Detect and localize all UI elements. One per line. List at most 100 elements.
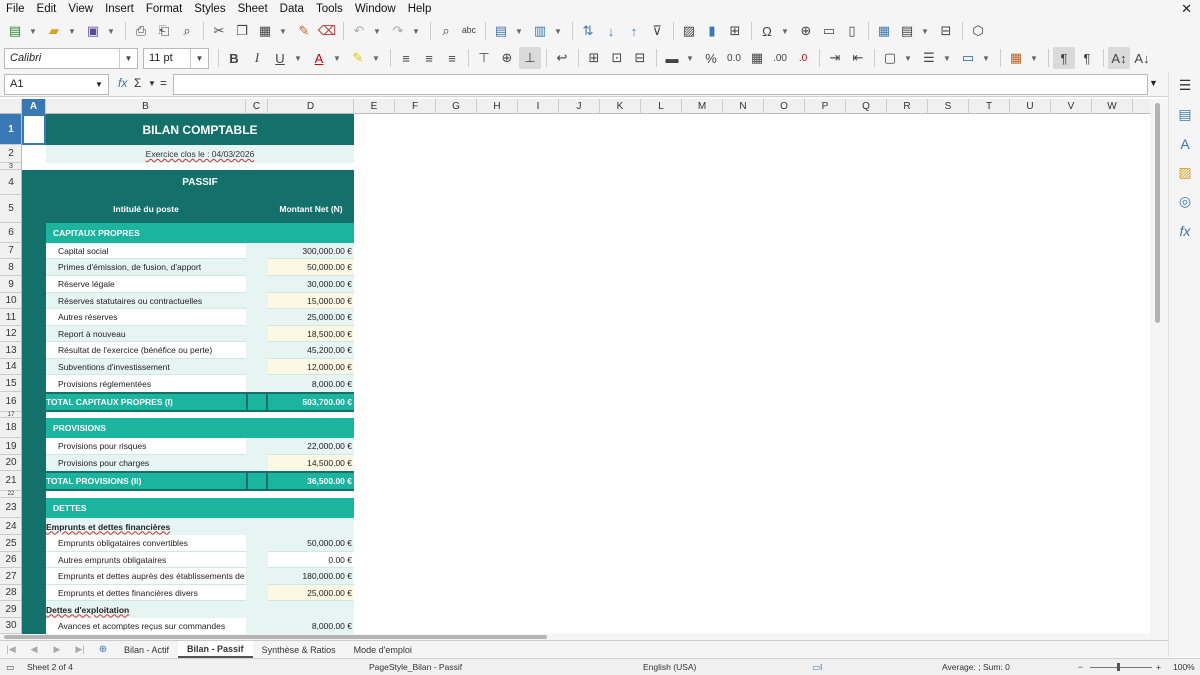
highlight-dropdown-icon[interactable]: ▼	[370, 47, 382, 69]
row-header[interactable]: 11	[0, 309, 21, 326]
redo-dropdown-icon[interactable]: ▼	[410, 20, 422, 42]
freeze-dropdown-icon[interactable]: ▼	[919, 20, 931, 42]
row-header[interactable]: 25	[0, 535, 21, 552]
align-middle-icon[interactable]: ⊕	[496, 47, 518, 69]
border-color-dropdown-icon[interactable]: ▼	[980, 47, 992, 69]
open-dropdown-icon[interactable]: ▼	[66, 20, 78, 42]
insert-image-icon[interactable]: ▨	[678, 20, 700, 42]
text-direction-rtl-icon[interactable]: ¶	[1076, 47, 1098, 69]
corner-select-all[interactable]	[0, 99, 22, 114]
row-header[interactable]: 28	[0, 585, 21, 601]
vertical-scrollbar[interactable]	[1150, 99, 1168, 634]
open-icon[interactable]: ▰	[43, 20, 65, 42]
number-format-icon[interactable]: 0.0	[723, 47, 745, 69]
navigator-icon[interactable]: ◎	[1169, 187, 1200, 216]
column-header[interactable]: B	[46, 99, 246, 114]
currency-icon[interactable]: ▬	[661, 47, 683, 69]
border-style-icon[interactable]: ☰	[918, 47, 940, 69]
column-header[interactable]: T	[969, 99, 1010, 114]
column-header[interactable]: H	[477, 99, 518, 114]
column-header[interactable]: Q	[846, 99, 887, 114]
row-dropdown-icon[interactable]: ▼	[513, 20, 525, 42]
save-dropdown-icon[interactable]: ▼	[105, 20, 117, 42]
row-header[interactable]: 30	[0, 618, 21, 634]
italic-icon[interactable]: I	[246, 47, 268, 69]
vertical-text-icon[interactable]: A↕	[1108, 47, 1130, 69]
increase-indent-icon[interactable]: ⇥	[824, 47, 846, 69]
borders-icon[interactable]: ▢	[879, 47, 901, 69]
row-header[interactable]: 3	[0, 163, 21, 170]
align-center-icon[interactable]: ≡	[418, 47, 440, 69]
sum-dropdown-icon[interactable]: ▼	[148, 79, 156, 88]
find-replace-icon[interactable]: ⌕	[435, 20, 457, 42]
column-header[interactable]: S	[928, 99, 969, 114]
tab-bilan-passif[interactable]: Bilan - Passif	[178, 641, 253, 658]
cell-a1-selected[interactable]	[22, 114, 46, 145]
row-header[interactable]: 22	[0, 491, 21, 498]
date-format-icon[interactable]: ▦	[746, 47, 768, 69]
autofilter-icon[interactable]: ⊽	[646, 20, 668, 42]
print-icon[interactable]: ⎗	[153, 20, 175, 42]
border-style-dropdown-icon[interactable]: ▼	[941, 47, 953, 69]
selection-mode-icon[interactable]: ▭I	[812, 662, 822, 673]
row-header[interactable]: 21	[0, 471, 21, 491]
spreadsheet-grid[interactable]: BILAN COMPTABLE Exercice clos le : 04/03…	[22, 114, 1150, 634]
comment-icon[interactable]: ▭	[818, 20, 840, 42]
row-header[interactable]: 9	[0, 276, 21, 293]
row-header[interactable]: 20	[0, 455, 21, 471]
undo-dropdown-icon[interactable]: ▼	[371, 20, 383, 42]
column-header[interactable]: V	[1051, 99, 1092, 114]
column-header[interactable]: O	[764, 99, 805, 114]
row-header[interactable]: 6	[0, 223, 21, 243]
chevron-down-icon[interactable]: ▼	[190, 48, 208, 68]
highlight-icon[interactable]: ✎	[347, 47, 369, 69]
special-character-icon[interactable]: Ω	[756, 20, 778, 42]
expand-formula-icon[interactable]: ▼	[1149, 78, 1158, 88]
column-header[interactable]: I	[518, 99, 559, 114]
font-name-box[interactable]: Calibri ▼	[4, 47, 138, 69]
tab-mode-emploi[interactable]: Mode d'emploi	[345, 641, 421, 658]
new-icon[interactable]: ▤	[4, 20, 26, 42]
freeze-rows-icon[interactable]: ▤	[896, 20, 918, 42]
menu-file[interactable]: File	[0, 3, 31, 15]
zoom-in-icon[interactable]: +	[1156, 662, 1161, 672]
tab-synthese-ratios[interactable]: Synthèse & Ratios	[253, 641, 345, 658]
print-preview-icon[interactable]: ⌕	[176, 20, 198, 42]
wrap-text-icon[interactable]: ↩	[551, 47, 573, 69]
underline-icon[interactable]: U	[269, 47, 291, 69]
column-header[interactable]: E	[354, 99, 395, 114]
column-header[interactable]: L	[641, 99, 682, 114]
split-window-icon[interactable]: ⊟	[935, 20, 957, 42]
column-dropdown-icon[interactable]: ▼	[552, 20, 564, 42]
stack-text-icon[interactable]: A↓	[1131, 47, 1153, 69]
menu-tools[interactable]: Tools	[310, 3, 349, 15]
align-right-icon[interactable]: ≡	[441, 47, 463, 69]
column-header[interactable]: R	[887, 99, 928, 114]
font-size-box[interactable]: 11 pt ▼	[143, 47, 209, 69]
row-header[interactable]: 16	[0, 392, 21, 412]
sort-ascending-icon[interactable]: ↓	[600, 20, 622, 42]
unmerge-cells-icon[interactable]: ⊟	[629, 47, 651, 69]
properties-icon[interactable]: ▤	[1169, 100, 1200, 129]
pivot-table-icon[interactable]: ⊞	[724, 20, 746, 42]
paste-icon[interactable]: ▦	[254, 20, 276, 42]
headers-footers-icon[interactable]: ▯	[841, 20, 863, 42]
column-header[interactable]: N	[723, 99, 764, 114]
row-header[interactable]: 2	[0, 145, 21, 163]
tab-bilan-actif[interactable]: Bilan - Actif	[115, 641, 178, 658]
sum-icon[interactable]: Σ	[134, 76, 141, 90]
row-header[interactable]: 5	[0, 195, 21, 223]
menu-window[interactable]: Window	[349, 3, 402, 15]
align-left-icon[interactable]: ≡	[395, 47, 417, 69]
currency-dropdown-icon[interactable]: ▼	[684, 47, 696, 69]
menu-sheet[interactable]: Sheet	[232, 3, 274, 15]
paste-dropdown-icon[interactable]: ▼	[277, 20, 289, 42]
column-header[interactable]: F	[395, 99, 436, 114]
sort-icon[interactable]: ⇅	[577, 20, 599, 42]
column-header[interactable]: G	[436, 99, 477, 114]
draw-shapes-icon[interactable]: ⬡	[967, 20, 989, 42]
row-header[interactable]: 24	[0, 518, 21, 535]
clone-formatting-icon[interactable]: ✎	[293, 20, 315, 42]
chevron-down-icon[interactable]: ▼	[119, 48, 137, 68]
redo-icon[interactable]: ↷	[387, 20, 409, 42]
